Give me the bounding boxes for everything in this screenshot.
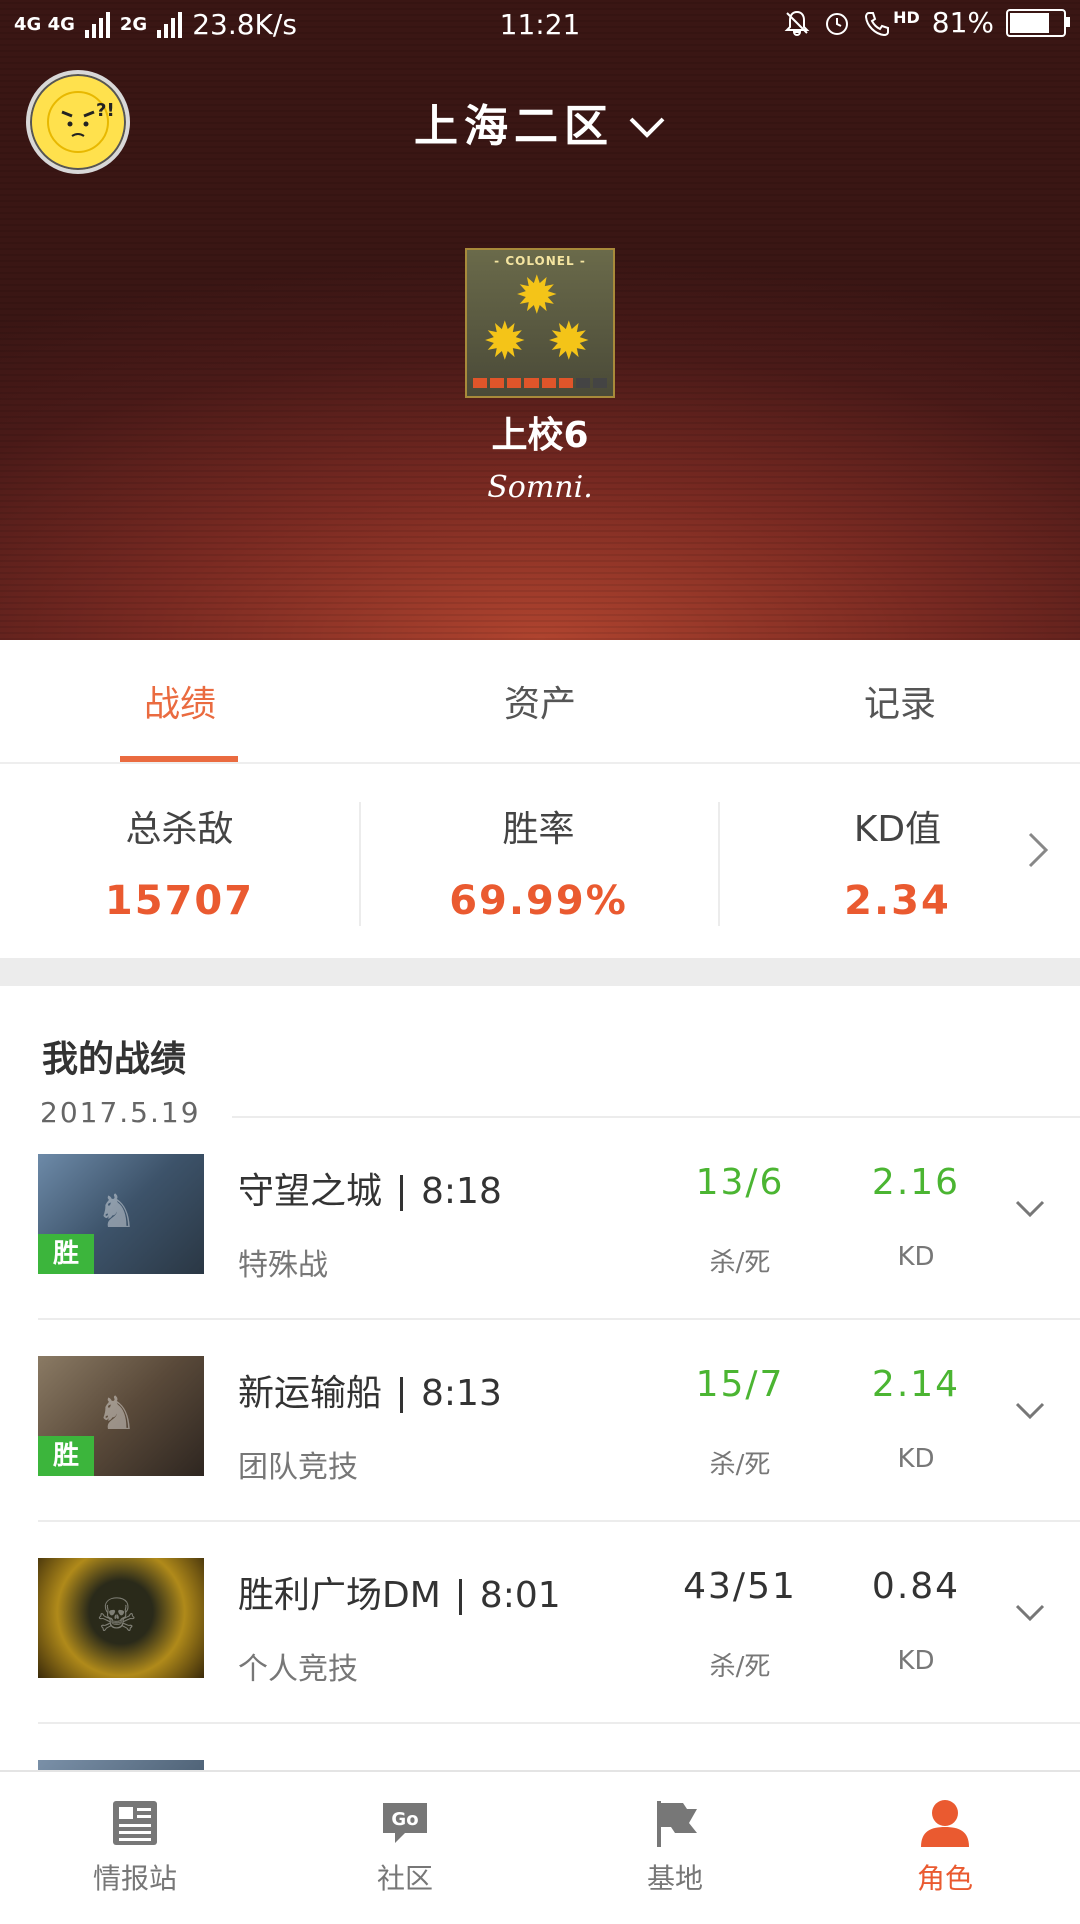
svg-text:Go: Go [391,1809,418,1830]
kd-value: 0.84 [871,1566,961,1607]
stat-label: KD值 [853,809,942,850]
win-badge: 胜 [38,1234,94,1274]
progress-segment [575,378,590,388]
rank-progress-bar [473,378,607,388]
nav-character[interactable]: 角色 [810,1772,1080,1920]
status-right: HD 81% [783,6,1070,39]
game-mode: 团队竞技 [238,1450,358,1485]
stat-value: 69.99% [449,878,628,924]
kills-deaths-label: 杀/死 [709,1450,771,1480]
chevron-down-icon[interactable] [1014,1390,1046,1430]
chat-bubble-icon: Go [383,1803,427,1843]
person-icon [921,1800,969,1847]
progress-segment [592,378,607,388]
stat-value: 15707 [104,878,255,924]
progress-segment [524,378,539,388]
region-name: 上海二区 [414,101,614,152]
stat-value: 2.34 [844,878,951,924]
region-selector[interactable]: 上海二区 [0,90,1080,154]
nav-base[interactable]: 基地 [540,1772,810,1920]
game-mode: 特殊战 [238,1248,328,1283]
chevron-down-icon[interactable] [1014,1188,1046,1228]
kd-label: KD [897,1646,935,1676]
stat-label: 总杀敌 [125,809,234,850]
rank-title: 上校6 [491,415,589,456]
nav-intel[interactable]: 情报站 [0,1772,270,1920]
stat-win-rate: 胜率 69.99% [359,764,718,958]
progress-segment [473,378,488,388]
progress-segment [490,378,505,388]
bottom-nav: 情报站 Go 社区 基地 角色 [0,1770,1080,1920]
separator [458,1579,462,1615]
tab-assets[interactable]: 资产 [360,640,720,762]
tab-history[interactable]: 记录 [720,640,1080,762]
section-title: 我的战绩 [42,1039,187,1080]
map-name-time: 胜利广场DM 8:01 [238,1566,561,1618]
match-record-row[interactable]: ♞ 胜 新运输船 8:13 团队竞技 15/7 杀/死 2.14 KD [38,1320,1080,1522]
gasmask-icon: ☠ [96,1588,138,1642]
separator [400,1175,404,1211]
match-time: 8:13 [421,1373,502,1414]
battery-percent: 81% [931,6,994,39]
map-name: 胜利广场DM [238,1575,441,1616]
profile-header: 4G 4G 2G 23.8K/s 11:21 HD 81% ?! 上海二区 - … [0,0,1080,640]
match-record-row[interactable]: ♞ 胜 守望之城 8:18 特殊战 13/6 杀/死 2.16 KD [38,1118,1080,1320]
stat-total-kills: 总杀敌 15707 [0,764,359,958]
map-name-time: 守望之城 8:18 [238,1162,502,1214]
kills-deaths: 13/6 [695,1162,785,1203]
nav-label: 社区 [376,1862,433,1895]
tab-combat-record[interactable]: 战绩 [0,640,360,762]
map-thumbnail: ☠ [38,1558,204,1678]
phone-hd-icon [865,11,890,36]
stats-summary[interactable]: 总杀敌 15707 胜率 69.99% KD值 2.34 [0,764,1080,958]
star-icon: ✹ [547,312,591,372]
map-thumbnail: ♞ 胜 [38,1356,204,1476]
kills-deaths: 15/7 [695,1364,785,1405]
map-name: 守望之城 [238,1171,383,1212]
kd-value: 2.16 [871,1162,961,1203]
kd-label: KD [897,1242,935,1272]
match-time: 8:01 [479,1575,561,1616]
nav-label: 角色 [916,1862,973,1895]
stat-kd: KD值 2.34 [718,764,1077,958]
game-mode: 个人竞技 [238,1652,358,1687]
alarm-icon [826,12,849,35]
progress-segment [507,378,522,388]
chevron-down-icon[interactable] [1014,1592,1046,1632]
bell-muted-icon [784,10,810,36]
hd-label: HD [893,8,920,27]
star-icon: ✹ [483,312,527,372]
progress-segment [558,378,573,388]
nav-label: 情报站 [92,1862,177,1895]
kills-deaths: 43/51 [683,1566,797,1607]
map-thumbnail: ♞ 胜 [38,1154,204,1274]
rank-emblem: - COLONEL - ✹ ✹ ✹ [465,248,615,398]
tab-bar: 战绩 资产 记录 [0,640,1080,764]
soldier-icon: ♞ [96,1386,138,1440]
nav-community[interactable]: Go 社区 [270,1772,540,1920]
stat-label: 胜率 [502,809,575,850]
chevron-down-icon [628,109,666,149]
match-record-row[interactable]: ☠ 胜利广场DM 8:01 个人竞技 43/51 杀/死 0.84 KD [38,1522,1080,1724]
status-bar: 4G 4G 2G 23.8K/s 11:21 HD 81% [0,0,1080,52]
kd-label: KD [897,1444,935,1474]
flag-icon [657,1801,697,1847]
map-name-time: 新运输船 8:13 [238,1364,502,1416]
newspaper-icon [113,1801,157,1845]
kd-value: 2.14 [871,1364,961,1405]
separator [400,1377,404,1413]
section-divider [0,958,1080,986]
soldier-icon: ♞ [96,1184,138,1238]
progress-segment [541,378,556,388]
match-time: 8:18 [421,1171,502,1212]
chevron-right-icon[interactable] [1026,824,1050,882]
player-nickname: Somni. [487,470,593,505]
nav-label: 基地 [646,1862,703,1895]
battery-icon [1006,8,1070,37]
win-badge: 胜 [38,1436,94,1476]
kills-deaths-label: 杀/死 [709,1652,771,1682]
kills-deaths-label: 杀/死 [709,1248,771,1278]
map-name: 新运输船 [238,1373,383,1414]
